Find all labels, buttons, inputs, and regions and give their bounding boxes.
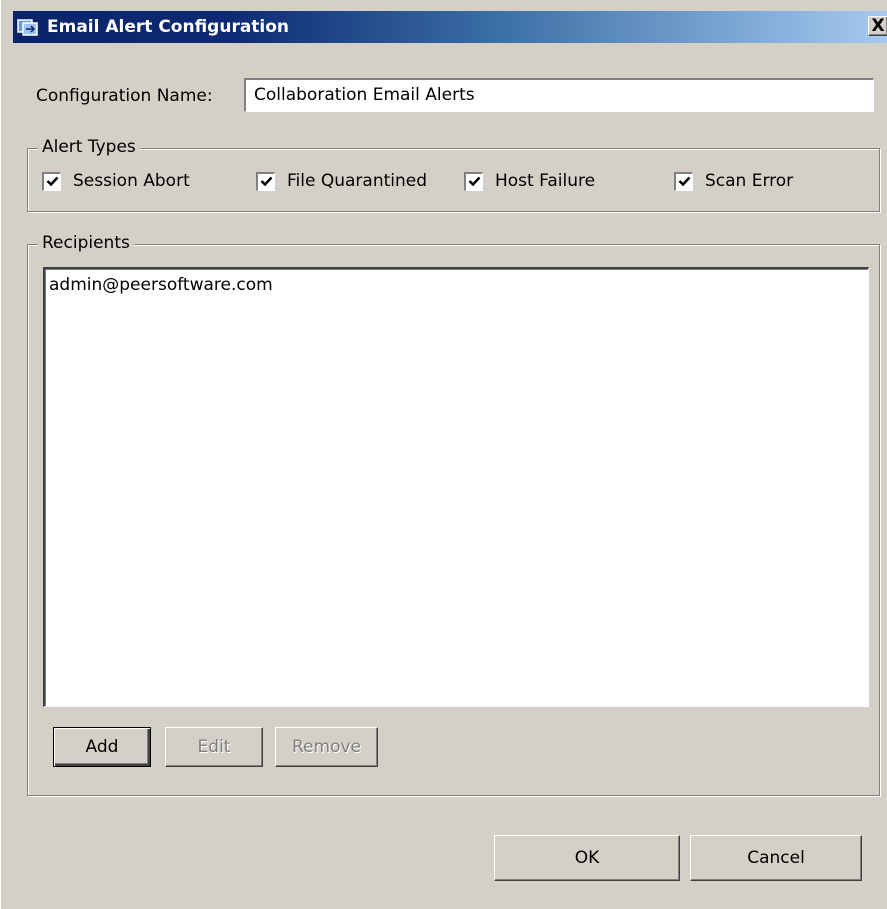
checkbox-box[interactable] (464, 171, 483, 191)
close-button[interactable]: X (868, 16, 887, 36)
checkbox-scan-error[interactable]: Scan Error (674, 171, 793, 191)
cancel-button[interactable]: Cancel (690, 835, 862, 881)
checkbox-session-abort[interactable]: Session Abort (42, 171, 190, 191)
checkbox-box[interactable] (256, 171, 275, 191)
list-item[interactable]: admin@peersoftware.com (49, 275, 273, 295)
title-bar[interactable]: Email Alert Configuration X (13, 11, 887, 43)
recipients-legend: Recipients (38, 233, 134, 253)
folder-sync-icon (17, 16, 39, 38)
add-button[interactable]: Add (53, 727, 151, 767)
checkmark-icon (678, 176, 690, 187)
configuration-name-input[interactable]: Collaboration Email Alerts (244, 78, 874, 112)
checkbox-box[interactable] (42, 171, 61, 191)
recipients-group: Recipients admin@peersoftware.com Add Ed… (27, 233, 880, 796)
checkbox-label: Scan Error (705, 171, 794, 191)
checkmark-icon (46, 176, 58, 187)
checkbox-host-failure[interactable]: Host Failure (464, 171, 595, 191)
checkbox-label: File Quarantined (287, 171, 428, 191)
alert-types-legend: Alert Types (38, 137, 140, 157)
email-alert-dialog: Email Alert Configuration X Configuratio… (0, 0, 887, 909)
checkbox-box[interactable] (674, 171, 693, 191)
checkbox-label: Session Abort (73, 171, 190, 191)
remove-button[interactable]: Remove (275, 727, 378, 767)
checkmark-icon (260, 176, 272, 187)
window-title: Email Alert Configuration (47, 17, 290, 37)
alert-types-group: Alert Types Session Abort File Quarantin… (27, 137, 880, 212)
close-icon: X (871, 15, 885, 36)
checkmark-icon (468, 176, 480, 187)
configuration-name-label: Configuration Name: (36, 86, 213, 106)
checkbox-file-quarantined[interactable]: File Quarantined (256, 171, 427, 191)
recipients-list[interactable]: admin@peersoftware.com (43, 267, 869, 707)
ok-button[interactable]: OK (494, 835, 680, 881)
edit-button[interactable]: Edit (165, 727, 263, 767)
checkbox-label: Host Failure (495, 171, 596, 191)
